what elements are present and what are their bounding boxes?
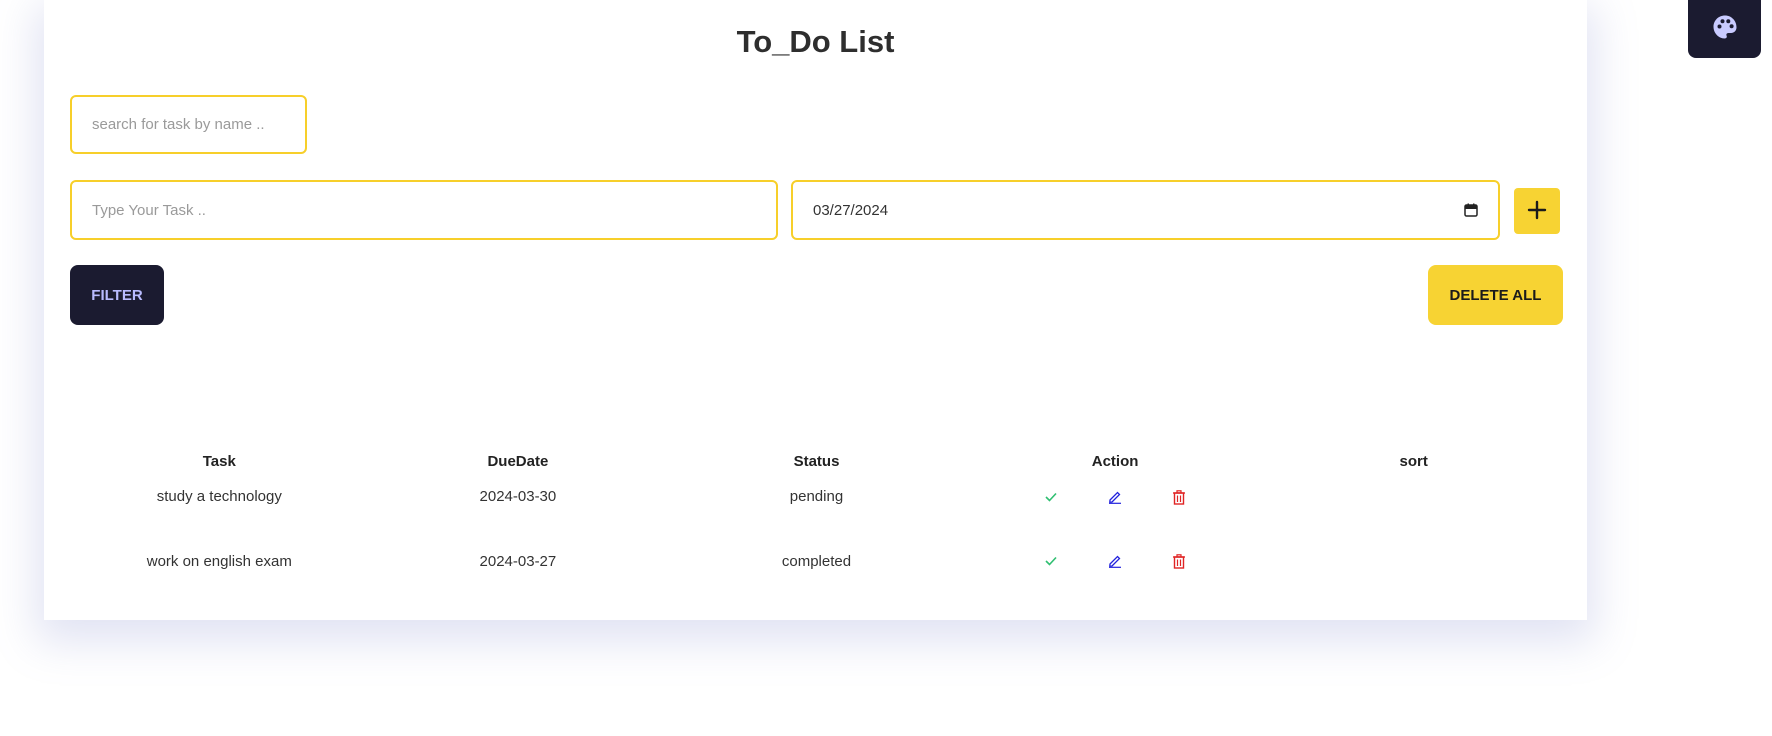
due-date-field[interactable]: 03/27/2024 — [791, 180, 1500, 240]
task-sort-cell — [1264, 527, 1563, 585]
filter-button[interactable]: FILTER — [70, 265, 164, 325]
task-input[interactable] — [70, 180, 778, 240]
task-name: work on english exam — [146, 552, 292, 570]
trash-icon[interactable] — [1170, 552, 1188, 570]
task-sort-cell — [1264, 482, 1563, 527]
task-actions — [966, 482, 1265, 527]
due-date-value: 03/27/2024 — [813, 201, 889, 219]
check-icon[interactable] — [1042, 552, 1060, 570]
column-header-status: Status — [793, 452, 840, 470]
table-row: work on english exam 2024-03-27 complete… — [70, 527, 1563, 585]
plus-icon — [1527, 200, 1547, 223]
calendar-icon[interactable] — [1464, 203, 1478, 217]
task-status: completed — [781, 552, 852, 570]
task-due-date: 2024-03-27 — [479, 552, 557, 570]
table-header-row: Task DueDate Status Action sort — [70, 440, 1563, 482]
task-due-date: 2024-03-30 — [479, 488, 557, 505]
check-icon[interactable] — [1042, 488, 1060, 506]
task-status: pending — [789, 488, 844, 505]
task-table: Task DueDate Status Action sort study a … — [70, 440, 1563, 585]
edit-icon[interactable] — [1106, 488, 1124, 506]
task-name: study a technology — [156, 488, 282, 505]
column-header-due-date: DueDate — [487, 452, 549, 470]
add-task-button[interactable] — [1514, 188, 1560, 234]
page-title: To_Do List — [736, 24, 895, 59]
delete-all-button[interactable]: DELETE ALL — [1428, 265, 1563, 325]
task-actions — [966, 527, 1265, 585]
table-row: study a technology 2024-03-30 pending — [70, 482, 1563, 527]
column-header-task: Task — [202, 452, 236, 470]
trash-icon[interactable] — [1170, 488, 1188, 506]
theme-palette-button[interactable] — [1688, 0, 1761, 58]
column-header-action: Action — [1091, 452, 1139, 470]
column-header-sort[interactable]: sort — [1264, 440, 1563, 482]
search-input[interactable] — [70, 95, 307, 154]
palette-icon — [1712, 14, 1738, 45]
edit-icon[interactable] — [1106, 552, 1124, 570]
todo-card: To_Do List 03/27/2024 FILTER DELETE ALL … — [44, 0, 1587, 620]
